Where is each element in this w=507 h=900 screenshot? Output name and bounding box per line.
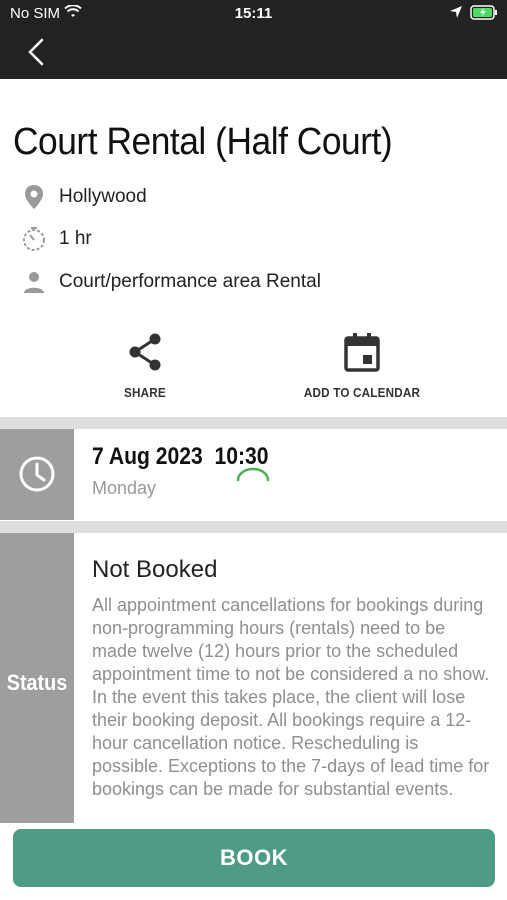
map-pin-icon (20, 183, 48, 211)
appointment-weekday: Monday (92, 478, 157, 498)
share-icon (129, 333, 161, 371)
section-divider (0, 521, 507, 533)
category-text: Court/performance area Rental (59, 271, 321, 292)
battery-icon (470, 5, 498, 24)
status-time: 15:11 (234, 5, 273, 22)
section-divider (0, 417, 507, 429)
share-button[interactable]: SHARE (75, 332, 215, 400)
calendar-icon (344, 333, 380, 372)
back-button[interactable] (20, 32, 54, 72)
add-to-calendar-label: ADD TO CALENDAR (303, 385, 421, 400)
clock-icon (19, 456, 55, 492)
location-row: Hollywood (20, 182, 147, 212)
share-label: SHARE (124, 385, 166, 400)
add-to-calendar-button[interactable]: ADD TO CALENDAR (292, 332, 432, 400)
duration-text: 1 hr (59, 228, 92, 249)
location-arrow-icon (449, 5, 463, 23)
location-text: Hollywood (59, 186, 147, 207)
event-title: Court Rental (Half Court) (13, 121, 393, 163)
back-chevron-icon (28, 38, 44, 66)
appointment-date: 7 Aug 2023 (92, 443, 203, 470)
status-side-label: Status (6, 670, 68, 695)
duration-row: 1 hr (20, 224, 92, 254)
category-row: Court/performance area Rental (20, 267, 321, 297)
book-button[interactable]: BOOK (13, 829, 495, 887)
person-icon (20, 268, 48, 296)
loading-spinner-icon (236, 467, 270, 482)
booking-status: Not Booked (92, 556, 218, 583)
timer-icon (20, 225, 48, 253)
cancellation-policy: All appointment cancellations for bookin… (92, 595, 490, 799)
navigation-bar: No SIM 15:11 (0, 0, 507, 79)
date-side-panel (0, 429, 74, 520)
status-bar: No SIM 15:11 (0, 0, 507, 28)
status-side-panel: Status (0, 533, 74, 823)
